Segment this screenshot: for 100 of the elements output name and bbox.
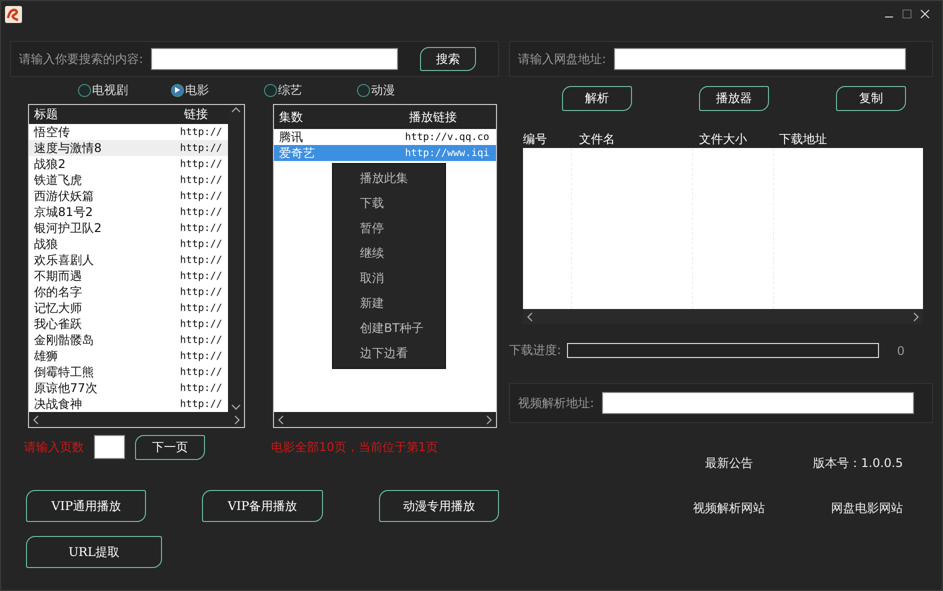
category-radio[interactable]: 综艺	[264, 82, 357, 98]
search-label: 请输入你要搜索的内容:	[19, 50, 144, 68]
vertical-scrollbar[interactable]	[228, 105, 244, 412]
title-cell-text: 不期而遇	[33, 268, 83, 284]
app-icon	[5, 6, 22, 22]
title-cell-text: 悟空传	[32, 124, 71, 140]
link-cell-text: http://	[179, 334, 224, 346]
column-header: 文件大小	[699, 130, 748, 148]
category-radio[interactable]: 动漫	[357, 82, 450, 98]
play-button[interactable]: VIP备用播放	[202, 490, 323, 522]
url-extract-button[interactable]: URL提取	[26, 536, 162, 568]
title-cell-text: 银河护卫队2	[33, 220, 103, 236]
radio-label: 电影	[185, 82, 209, 98]
scroll-right-icon[interactable]	[232, 414, 242, 424]
scroll-left-icon[interactable]	[31, 414, 41, 424]
title-cell-text: 你的名字	[33, 284, 83, 300]
link-cell-text: http://	[179, 398, 224, 410]
menu-item[interactable]: 继续	[333, 241, 445, 266]
category-radio[interactable]: 电视剧	[78, 82, 171, 98]
action-button[interactable]: 解析	[562, 86, 632, 111]
website-link[interactable]: 网盘电影网站	[831, 500, 903, 517]
play-button[interactable]: VIP通用播放	[26, 490, 146, 522]
horizontal-scrollbar[interactable]	[523, 309, 923, 324]
radio-label: 电视剧	[92, 82, 128, 98]
action-button[interactable]: 播放器	[699, 86, 769, 111]
link-cell-text: http://	[179, 142, 224, 154]
link-cell-text: http://	[179, 318, 224, 330]
category-radio[interactable]: 电影	[171, 82, 264, 98]
link-cell-text: http://	[179, 254, 224, 266]
link-cell-text: http://	[179, 286, 224, 298]
horizontal-scrollbar[interactable]	[274, 412, 496, 427]
link-cell-text: http://	[179, 190, 224, 202]
scroll-left-icon[interactable]	[276, 414, 286, 424]
close-icon[interactable]	[920, 9, 930, 19]
radio-label: 动漫	[371, 82, 395, 98]
page-status: 电影全部10页，当前位于第1页	[271, 438, 438, 456]
menu-item[interactable]: 取消	[333, 266, 445, 291]
version-label: 版本号：1.0.0.5	[813, 455, 903, 472]
title-cell-text: 雄狮	[33, 348, 59, 364]
play-button[interactable]: 动漫专用播放	[378, 490, 499, 522]
link-cell-text: http://	[179, 206, 224, 218]
maximize-icon[interactable]	[902, 9, 912, 19]
list-panel[interactable]	[28, 104, 245, 428]
column-header: 下载地址	[779, 130, 828, 148]
link-cell-text: http://www.iqi	[404, 148, 490, 158]
menu-item[interactable]: 边下边看	[333, 341, 445, 366]
column-header: 编号	[523, 130, 548, 148]
title-cell-text: 决战食神	[33, 396, 83, 412]
title-cell-text: 腾讯	[278, 128, 304, 146]
link-cell-text: http://	[179, 366, 224, 378]
scroll-right-icon[interactable]	[484, 414, 494, 424]
search-button[interactable]: 搜索	[420, 47, 476, 71]
title-cell-text: 金刚骷髅岛	[33, 332, 95, 348]
link-cell-text: http://	[179, 302, 224, 314]
title-cell-text: 爱奇艺	[278, 144, 316, 162]
title-cell-text: 我心雀跃	[33, 316, 83, 332]
title-cell-text: 倒霉特工熊	[33, 364, 95, 380]
action-button[interactable]: 复制	[836, 86, 906, 111]
column-header: 文件名	[579, 130, 616, 148]
next-page-button[interactable]: 下一页	[135, 434, 205, 460]
link-cell-text: http://	[179, 174, 224, 186]
menu-item[interactable]: 暂停	[333, 216, 445, 241]
title-cell-text: 京城81号2	[33, 204, 94, 220]
progress-label: 下载进度:	[509, 342, 562, 359]
menu-item[interactable]: 新建	[333, 291, 445, 316]
link-cell-text: http://v.qq.co	[404, 132, 490, 142]
progress-reading: 0	[897, 344, 905, 358]
video-parse-label: 视频解析地址:	[518, 394, 594, 412]
title-cell-text: 战狼2	[33, 156, 67, 172]
scroll-left-icon[interactable]	[525, 312, 535, 322]
video-parse-field[interactable]	[602, 392, 914, 414]
scroll-down-icon[interactable]	[231, 402, 241, 412]
link-cell-text: http://	[179, 126, 224, 138]
column-header: 标题	[33, 106, 59, 123]
page-number-label: 请输入页数	[24, 438, 84, 456]
search-field[interactable]	[151, 48, 398, 70]
website-link[interactable]: 视频解析网站	[693, 500, 765, 517]
column-header: 播放链接	[408, 108, 458, 126]
scroll-up-icon[interactable]	[231, 105, 241, 115]
netdisk-field[interactable]	[614, 48, 906, 70]
link-cell-text: http://	[179, 222, 224, 234]
column-header: 链接	[183, 106, 209, 123]
horizontal-scrollbar[interactable]	[29, 412, 244, 427]
list-panel[interactable]: 集数 播放链接 腾讯 http://v.qq.co 爱奇艺 http://www.iqi 播放此集 下载 暂停 继续 取消 新建 创建BT种子 边下边看	[273, 104, 497, 428]
page-number-field[interactable]	[94, 435, 125, 459]
link-cell-text: http://	[179, 158, 224, 170]
netdisk-label: 请输入网盘地址:	[518, 50, 606, 68]
title-cell-text: 战狼	[33, 236, 59, 252]
list-row[interactable]: 速度与激情8 http://	[29, 140, 228, 156]
menu-item[interactable]: 创建BT种子	[333, 316, 445, 341]
title-cell-text: 记忆大师	[33, 300, 83, 316]
link-cell-text: http://	[179, 382, 224, 394]
title-cell-text: 西游伏妖篇	[33, 188, 95, 204]
link-cell-text: http://	[179, 350, 224, 362]
menu-item[interactable]: 播放此集	[333, 166, 445, 191]
menu-item[interactable]: 下载	[333, 191, 445, 216]
title-cell-text: 原谅他77次	[33, 380, 98, 396]
link-cell-text: http://	[179, 238, 224, 250]
scroll-right-icon[interactable]	[911, 312, 921, 322]
notice-link[interactable]: 最新公告	[705, 455, 753, 472]
